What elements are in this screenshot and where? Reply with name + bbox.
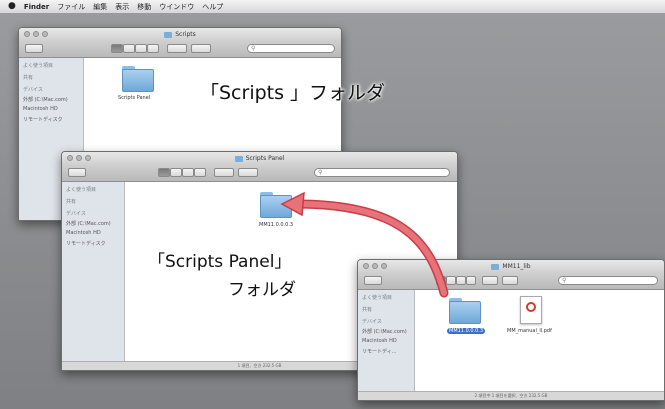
annotation-scripts-panel-line1: 「Scripts Panel」 [148, 252, 292, 272]
sidebar-item-remote-disc[interactable]: リモートディスク [66, 240, 106, 247]
arrange-button[interactable] [191, 44, 211, 53]
window-controls [67, 155, 91, 161]
sidebar-item-macintosh-hd[interactable]: Macintosh HD [66, 230, 101, 236]
folder-icon [491, 263, 500, 270]
minimize-button[interactable] [372, 263, 378, 269]
sidebar: よく使う項目 共有 デバイス 外部 (C:\Mac.com) Macintosh… [358, 290, 415, 400]
minimize-button[interactable] [76, 155, 82, 161]
action-button[interactable] [167, 44, 187, 53]
apple-menu-icon[interactable]: ● [8, 2, 16, 11]
window-controls [363, 263, 387, 269]
close-button[interactable] [67, 155, 73, 161]
window-titlebar[interactable]: Scripts Panel [62, 152, 457, 165]
folder-label-selected[interactable]: MM11.0.0.0.3 [447, 328, 486, 334]
folder-label[interactable]: Scripts Panel [118, 95, 150, 101]
search-input[interactable]: ⚲ [314, 168, 450, 177]
minimize-button[interactable] [33, 31, 39, 37]
zoom-button[interactable] [85, 155, 91, 161]
close-button[interactable] [24, 31, 30, 37]
view-icon-button[interactable] [436, 276, 446, 285]
view-icon-button[interactable] [158, 168, 170, 177]
window-title: Scripts Panel [245, 155, 285, 162]
window-controls [24, 31, 48, 37]
sidebar-item-external[interactable]: 外部 (C:\Mac.com) [66, 220, 111, 227]
sidebar-item-macintosh-hd[interactable]: Macintosh HD [362, 338, 397, 344]
search-input[interactable]: ⚲ [247, 44, 335, 53]
view-coverflow-button[interactable] [147, 44, 159, 53]
view-list-button[interactable] [170, 168, 182, 177]
view-list-button[interactable] [446, 276, 456, 285]
back-forward-button[interactable] [25, 44, 43, 53]
folder-content: MM11.0.0.0.3 MM_manual_ll.pdf [415, 290, 664, 400]
finder-window-download: MM11_lib ⚲ よく使う項目 共有 デバイス 外部 (C:\Mac.com… [357, 259, 665, 401]
folder-icon-scripts-panel[interactable] [122, 66, 154, 92]
annotation-scripts-panel-line2: フォルダ [228, 280, 296, 300]
back-forward-button[interactable] [364, 276, 382, 285]
annotation-scripts-folder: 「Scripts 」フォルダ [200, 82, 386, 104]
action-button[interactable] [214, 168, 234, 177]
pdf-icon [526, 302, 536, 313]
sidebar-header-favorites: よく使う項目 [66, 187, 97, 193]
folder-icon [234, 155, 243, 162]
window-titlebar[interactable]: MM11_lib [358, 260, 664, 273]
menu-app-finder[interactable]: Finder [24, 3, 49, 11]
menu-edit[interactable]: 編集 [93, 2, 107, 12]
view-coverflow-button[interactable] [466, 276, 476, 285]
sidebar-header-shared: 共有 [362, 307, 373, 313]
menu-go[interactable]: 移動 [137, 2, 151, 12]
sidebar: よく使う項目 共有 デバイス 外部 (C:\Mac.com) Macintosh… [62, 182, 125, 370]
window-title: MM11_lib [502, 263, 531, 270]
menu-file[interactable]: ファイル [57, 2, 85, 12]
arrange-button[interactable] [238, 168, 258, 177]
view-column-button[interactable] [182, 168, 194, 177]
sidebar-item-remote-disc[interactable]: リモートディスク [23, 116, 63, 123]
view-icon-button[interactable] [111, 44, 123, 53]
sidebar-header-devices: デバイス [66, 211, 86, 217]
window-toolbar: ⚲ [358, 273, 664, 290]
menu-bar: ● Finder ファイル 編集 表示 移動 ウインドウ ヘルプ [0, 0, 665, 14]
view-coverflow-button[interactable] [194, 168, 206, 177]
window-title: Scripts [175, 31, 196, 38]
folder-icon-mm11[interactable] [260, 192, 292, 218]
folder-icon-mm11-selected[interactable] [449, 298, 481, 324]
sidebar-header-shared: 共有 [66, 199, 77, 205]
close-button[interactable] [363, 263, 369, 269]
window-toolbar: ⚲ [19, 41, 341, 58]
view-column-button[interactable] [456, 276, 466, 285]
action-button[interactable] [482, 276, 498, 285]
window-toolbar: ⚲ [62, 165, 457, 182]
back-forward-button[interactable] [68, 168, 86, 177]
folder-label[interactable]: MM11.0.0.0.3 [259, 222, 293, 228]
zoom-button[interactable] [42, 31, 48, 37]
zoom-button[interactable] [381, 263, 387, 269]
menu-window[interactable]: ウインドウ [159, 2, 194, 12]
sidebar-item-macintosh-hd[interactable]: Macintosh HD [23, 106, 58, 112]
sidebar-header-favorites: よく使う項目 [362, 295, 393, 301]
sidebar-header-favorites: よく使う項目 [23, 63, 54, 69]
sidebar-header-devices: デバイス [362, 319, 382, 325]
sidebar-item-remote-disc[interactable]: リモートディ... [362, 348, 396, 355]
folder-icon [164, 31, 173, 38]
view-column-button[interactable] [135, 44, 147, 53]
search-input[interactable]: ⚲ [558, 276, 658, 285]
status-bar: 2 項目中 1 項目を選択、空き 232.5 GB [358, 391, 664, 400]
pdf-file-label[interactable]: MM_manual_ll.pdf [507, 328, 552, 334]
window-titlebar[interactable]: Scripts [19, 28, 341, 41]
view-list-button[interactable] [123, 44, 135, 53]
sidebar-item-external[interactable]: 外部 (C:\Mac.com) [23, 96, 68, 103]
pdf-file-icon[interactable] [520, 296, 542, 324]
menu-view[interactable]: 表示 [115, 2, 129, 12]
sidebar-header-shared: 共有 [23, 75, 34, 81]
arrange-button[interactable] [502, 276, 518, 285]
sidebar-item-external[interactable]: 外部 (C:\Mac.com) [362, 328, 407, 335]
menu-help[interactable]: ヘルプ [202, 2, 223, 12]
sidebar-header-devices: デバイス [23, 87, 43, 93]
